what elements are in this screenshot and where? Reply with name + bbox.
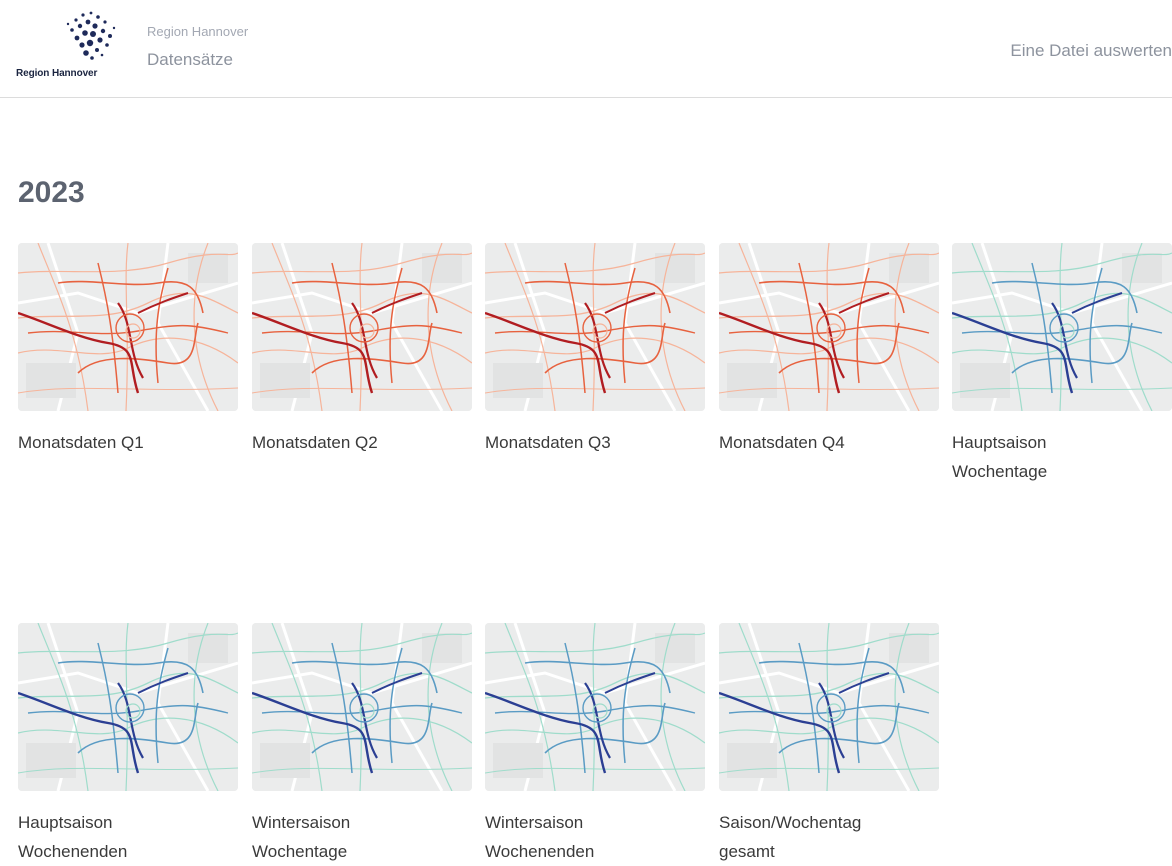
map-line bbox=[493, 743, 543, 778]
dataset-thumbnail[interactable] bbox=[485, 243, 705, 411]
map-preview-graphic bbox=[485, 243, 705, 411]
dataset-label-line2: Wochenenden bbox=[18, 842, 128, 861]
dataset-label-line1: Wintersaison bbox=[252, 813, 351, 832]
dataset-label[interactable]: Saison/Wochentag gesamt bbox=[719, 808, 939, 866]
map-line bbox=[960, 363, 1010, 398]
dataset-label[interactable]: Wintersaison Wochentage bbox=[252, 808, 472, 866]
dataset-label-line1: Saison/Wochentag bbox=[719, 813, 862, 832]
dataset-label[interactable]: Monatsdaten Q4 bbox=[719, 428, 939, 457]
map-line bbox=[655, 633, 695, 663]
map-line bbox=[188, 633, 228, 663]
dataset-card[interactable]: Hauptsaison Wochenenden bbox=[18, 623, 238, 866]
map-line bbox=[889, 633, 929, 663]
map-preview-graphic bbox=[952, 243, 1172, 411]
map-line bbox=[655, 253, 695, 283]
analyze-file-link[interactable]: Eine Datei auswerten bbox=[1010, 41, 1172, 61]
map-line bbox=[493, 363, 543, 398]
map-preview-graphic bbox=[252, 243, 472, 411]
dataset-label-line1: Monatsdaten Q1 bbox=[18, 433, 144, 452]
map-preview-graphic bbox=[18, 243, 238, 411]
map-line bbox=[260, 363, 310, 398]
map-line bbox=[1122, 253, 1162, 283]
dataset-thumbnail[interactable] bbox=[252, 243, 472, 411]
dataset-card[interactable]: Monatsdaten Q1 bbox=[18, 243, 238, 457]
dataset-label-line1: Wintersaison bbox=[485, 813, 584, 832]
map-preview-graphic bbox=[18, 623, 238, 791]
dataset-label-line2: gesamt bbox=[719, 842, 775, 861]
dataset-label-line2: Wochentage bbox=[252, 842, 348, 861]
map-line bbox=[188, 253, 228, 283]
dataset-card[interactable]: Saison/Wochentag gesamt bbox=[719, 623, 939, 866]
dataset-label-line1: Monatsdaten Q2 bbox=[252, 433, 378, 452]
dataset-label[interactable]: Monatsdaten Q1 bbox=[18, 428, 238, 457]
dataset-label-line1: Hauptsaison bbox=[952, 433, 1047, 452]
map-line bbox=[727, 743, 777, 778]
dataset-label-line1: Monatsdaten Q3 bbox=[485, 433, 611, 452]
dataset-thumbnail[interactable] bbox=[485, 623, 705, 791]
map-line bbox=[260, 743, 310, 778]
site-header: Region Hannover Region Hannover Datensät… bbox=[0, 0, 1172, 98]
map-preview-graphic bbox=[252, 623, 472, 791]
dataset-card[interactable]: Monatsdaten Q3 bbox=[485, 243, 705, 457]
region-hannover-logo-icon bbox=[66, 11, 116, 60]
dataset-label-line2: Wochentage bbox=[952, 462, 1048, 481]
breadcrumb-parent: Region Hannover bbox=[147, 24, 249, 39]
map-preview-graphic bbox=[485, 623, 705, 791]
year-heading: 2023 bbox=[18, 176, 85, 209]
dataset-label[interactable]: Wintersaison Wochenenden bbox=[485, 808, 705, 866]
dataset-card[interactable]: Wintersaison Wochentage bbox=[252, 623, 472, 866]
dataset-card[interactable]: Monatsdaten Q2 bbox=[252, 243, 472, 457]
map-line bbox=[26, 363, 76, 398]
dataset-card[interactable]: Hauptsaison Wochentage bbox=[952, 243, 1172, 486]
dataset-label[interactable]: Hauptsaison Wochenenden bbox=[18, 808, 238, 866]
dataset-label[interactable]: Hauptsaison Wochentage bbox=[952, 428, 1172, 486]
logo-text: Region Hannover bbox=[16, 68, 98, 79]
dataset-thumbnail[interactable] bbox=[952, 243, 1172, 411]
page-title: Datensätze bbox=[147, 50, 233, 69]
dataset-thumbnail[interactable] bbox=[719, 623, 939, 791]
map-line bbox=[26, 743, 76, 778]
map-line bbox=[422, 253, 462, 283]
map-line bbox=[889, 253, 929, 283]
map-line bbox=[727, 363, 777, 398]
dataset-label-line1: Hauptsaison bbox=[18, 813, 113, 832]
dataset-label-line2: Wochenenden bbox=[485, 842, 595, 861]
dataset-thumbnail[interactable] bbox=[18, 243, 238, 411]
dataset-card[interactable]: Wintersaison Wochenenden bbox=[485, 623, 705, 866]
dataset-label[interactable]: Monatsdaten Q2 bbox=[252, 428, 472, 457]
dataset-thumbnail[interactable] bbox=[252, 623, 472, 791]
dataset-card[interactable]: Monatsdaten Q4 bbox=[719, 243, 939, 457]
map-preview-graphic bbox=[719, 243, 939, 411]
dataset-thumbnail[interactable] bbox=[18, 623, 238, 791]
dataset-label-line1: Monatsdaten Q4 bbox=[719, 433, 845, 452]
region-hannover-logo[interactable]: Region Hannover bbox=[14, 8, 126, 86]
map-line bbox=[422, 633, 462, 663]
dataset-thumbnail[interactable] bbox=[719, 243, 939, 411]
dataset-label[interactable]: Monatsdaten Q3 bbox=[485, 428, 705, 457]
map-preview-graphic bbox=[719, 623, 939, 791]
